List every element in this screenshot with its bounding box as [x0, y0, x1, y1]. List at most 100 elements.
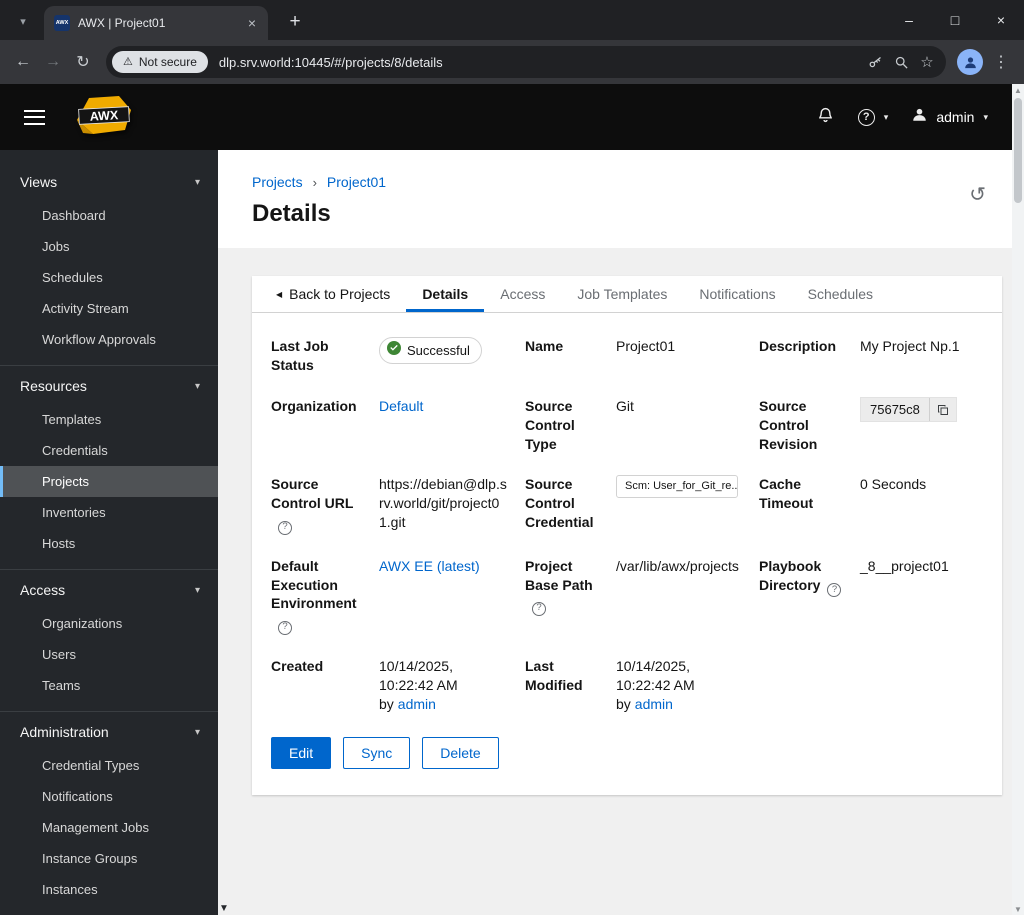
breadcrumb-project01-link[interactable]: Project01 — [327, 174, 386, 190]
sidebar-item-notifications[interactable]: Notifications — [0, 781, 218, 812]
page-scrollbar[interactable]: ▲ ▼ — [1012, 84, 1024, 915]
tab-details[interactable]: Details — [406, 276, 485, 312]
url-text[interactable]: dlp.srv.world:10445/#/projects/8/details — [219, 55, 862, 70]
sidebar: Views ▾ Dashboard Jobs Schedules Activit… — [0, 150, 218, 915]
nav-toggle-hamburger-icon[interactable] — [24, 109, 45, 125]
notifications-bell-icon[interactable] — [817, 106, 834, 129]
sidebar-section-administration[interactable]: Administration ▾ — [0, 712, 218, 750]
scrollbar-up-icon[interactable]: ▲ — [1012, 84, 1024, 96]
scrollbar-thumb[interactable] — [1014, 98, 1022, 203]
awx-logo[interactable]: AWX — [73, 92, 135, 143]
field-modified-value: 10/14/2025, 10:22:42 AM by admin — [616, 657, 695, 712]
field-description-value: My Project Np.1 — [860, 338, 960, 354]
sidebar-item-organizations[interactable]: Organizations — [0, 608, 218, 639]
browser-menu-icon[interactable]: ⋮ — [986, 47, 1016, 77]
chevron-down-icon: ▾ — [194, 584, 200, 596]
tab-schedules[interactable]: Schedules — [792, 276, 889, 312]
help-icon[interactable]: ? — [827, 582, 842, 597]
sidebar-item-management-jobs[interactable]: Management Jobs — [0, 812, 218, 843]
sidebar-item-schedules[interactable]: Schedules — [0, 262, 218, 293]
sidebar-item-workflow-approvals[interactable]: Workflow Approvals — [0, 324, 218, 355]
tab-search-icon[interactable]: ▾ — [10, 8, 36, 34]
new-tab-button[interactable]: + — [282, 9, 308, 35]
details-card: ◀ Back to Projects Details Access Job Te… — [252, 276, 1002, 796]
field-playbook-dir-value: _8__project01 — [860, 557, 949, 574]
action-buttons: Edit Sync Delete — [271, 737, 1002, 770]
help-icon[interactable]: ? — [278, 620, 292, 635]
sidebar-section-access[interactable]: Access ▾ — [0, 570, 218, 608]
breadcrumb-projects-link[interactable]: Projects — [252, 174, 303, 190]
field-scm-revision-value: 75675c8 — [860, 396, 982, 423]
field-description-term: Description — [759, 338, 837, 354]
tab-job-templates[interactable]: Job Templates — [561, 276, 683, 312]
breadcrumb: Projects › Project01 — [252, 174, 988, 190]
tab-close-icon[interactable]: × — [246, 15, 258, 31]
page-header: Projects › Project01 Details ↺ — [218, 150, 1012, 248]
sidebar-item-dashboard[interactable]: Dashboard — [0, 200, 218, 231]
minimize-button[interactable]: – — [886, 0, 932, 40]
created-by-link[interactable]: admin — [398, 696, 436, 712]
field-last-job-status-value: Successful — [379, 337, 525, 364]
address-bar[interactable]: ⚠ Not secure dlp.srv.world:10445/#/proje… — [106, 46, 946, 78]
check-circle-icon — [387, 341, 401, 360]
execution-environment-link[interactable]: AWX EE (latest) — [379, 558, 480, 574]
copy-icon[interactable] — [928, 397, 956, 422]
sync-button[interactable]: Sync — [343, 737, 411, 770]
browser-toolbar: ← → ↻ ⚠ Not secure dlp.srv.world:10445/#… — [0, 40, 1024, 84]
sidebar-item-credential-types[interactable]: Credential Types — [0, 750, 218, 781]
awx-logo-text: AWX — [89, 108, 119, 124]
scrollbar-down-icon[interactable]: ▼ — [1012, 903, 1024, 915]
sidebar-item-activity-stream[interactable]: Activity Stream — [0, 293, 218, 324]
warning-icon: ⚠ — [123, 55, 133, 68]
browser-tab[interactable]: AWX AWX | Project01 × — [44, 6, 268, 40]
sidebar-item-jobs[interactable]: Jobs — [0, 231, 218, 262]
sidebar-item-projects[interactable]: Projects — [0, 466, 218, 497]
edit-button[interactable]: Edit — [271, 737, 332, 770]
sidebar-item-instance-groups[interactable]: Instance Groups — [0, 843, 218, 874]
tab-notifications[interactable]: Notifications — [683, 276, 791, 312]
modified-by-link[interactable]: admin — [635, 696, 673, 712]
close-button[interactable]: × — [978, 0, 1024, 40]
forward-button[interactable]: → — [38, 47, 68, 77]
zoom-icon[interactable] — [888, 49, 914, 75]
password-key-icon[interactable] — [862, 49, 888, 75]
history-icon[interactable]: ↺ — [969, 182, 986, 207]
field-scm-url-value: https://debian@dlp.srv.world/git/project… — [379, 476, 507, 531]
awx-favicon: AWX — [54, 15, 70, 31]
chevron-down-icon: ▾ — [194, 176, 200, 188]
sidebar-item-teams[interactable]: Teams — [0, 670, 218, 701]
security-chip[interactable]: ⚠ Not secure — [112, 51, 208, 73]
revision-copy-box: 75675c8 — [860, 396, 957, 423]
organization-link[interactable]: Default — [379, 398, 423, 414]
bookmark-star-icon[interactable]: ☆ — [914, 49, 940, 75]
browser-tab-strip: ▾ AWX AWX | Project01 × + – □ × — [0, 0, 1024, 40]
help-icon[interactable]: ? — [532, 601, 546, 616]
field-created-value: 10/14/2025, 10:22:42 AM by admin — [379, 657, 458, 712]
tab-title: AWX | Project01 — [78, 16, 166, 30]
sidebar-section-views[interactable]: Views ▾ — [0, 162, 218, 200]
help-menu[interactable]: ? ▾ — [857, 108, 889, 126]
sidebar-item-templates[interactable]: Templates — [0, 404, 218, 435]
delete-button[interactable]: Delete — [422, 737, 499, 770]
user-menu[interactable]: admin ▾ — [912, 107, 988, 127]
chevron-down-icon: ▾ — [883, 111, 889, 122]
sidebar-item-inventories[interactable]: Inventories — [0, 497, 218, 528]
sidebar-item-hosts[interactable]: Hosts — [0, 528, 218, 559]
back-button[interactable]: ← — [8, 47, 38, 77]
breadcrumb-separator-icon: › — [312, 174, 317, 190]
tab-back-to-projects[interactable]: ◀ Back to Projects — [260, 276, 406, 312]
sidebar-item-instances[interactable]: Instances — [0, 874, 218, 905]
field-scm-credential-term: Source Control Credential — [525, 476, 594, 531]
sidebar-item-credentials[interactable]: Credentials — [0, 435, 218, 466]
sidebar-item-users[interactable]: Users — [0, 639, 218, 670]
reload-button[interactable]: ↻ — [68, 47, 98, 77]
field-last-job-status-term: Last Job Status — [271, 338, 329, 373]
tab-access[interactable]: Access — [484, 276, 561, 312]
sidebar-section-resources[interactable]: Resources ▾ — [0, 366, 218, 404]
field-base-path-term: Project Base Path? — [525, 557, 616, 616]
main-content: Projects › Project01 Details ↺ ◀ Back to… — [218, 150, 1012, 915]
profile-avatar[interactable] — [957, 49, 983, 75]
maximize-button[interactable]: □ — [932, 0, 978, 40]
credential-chip[interactable]: Scm: User_for_Git_re... — [616, 475, 738, 499]
help-icon[interactable]: ? — [278, 520, 292, 535]
